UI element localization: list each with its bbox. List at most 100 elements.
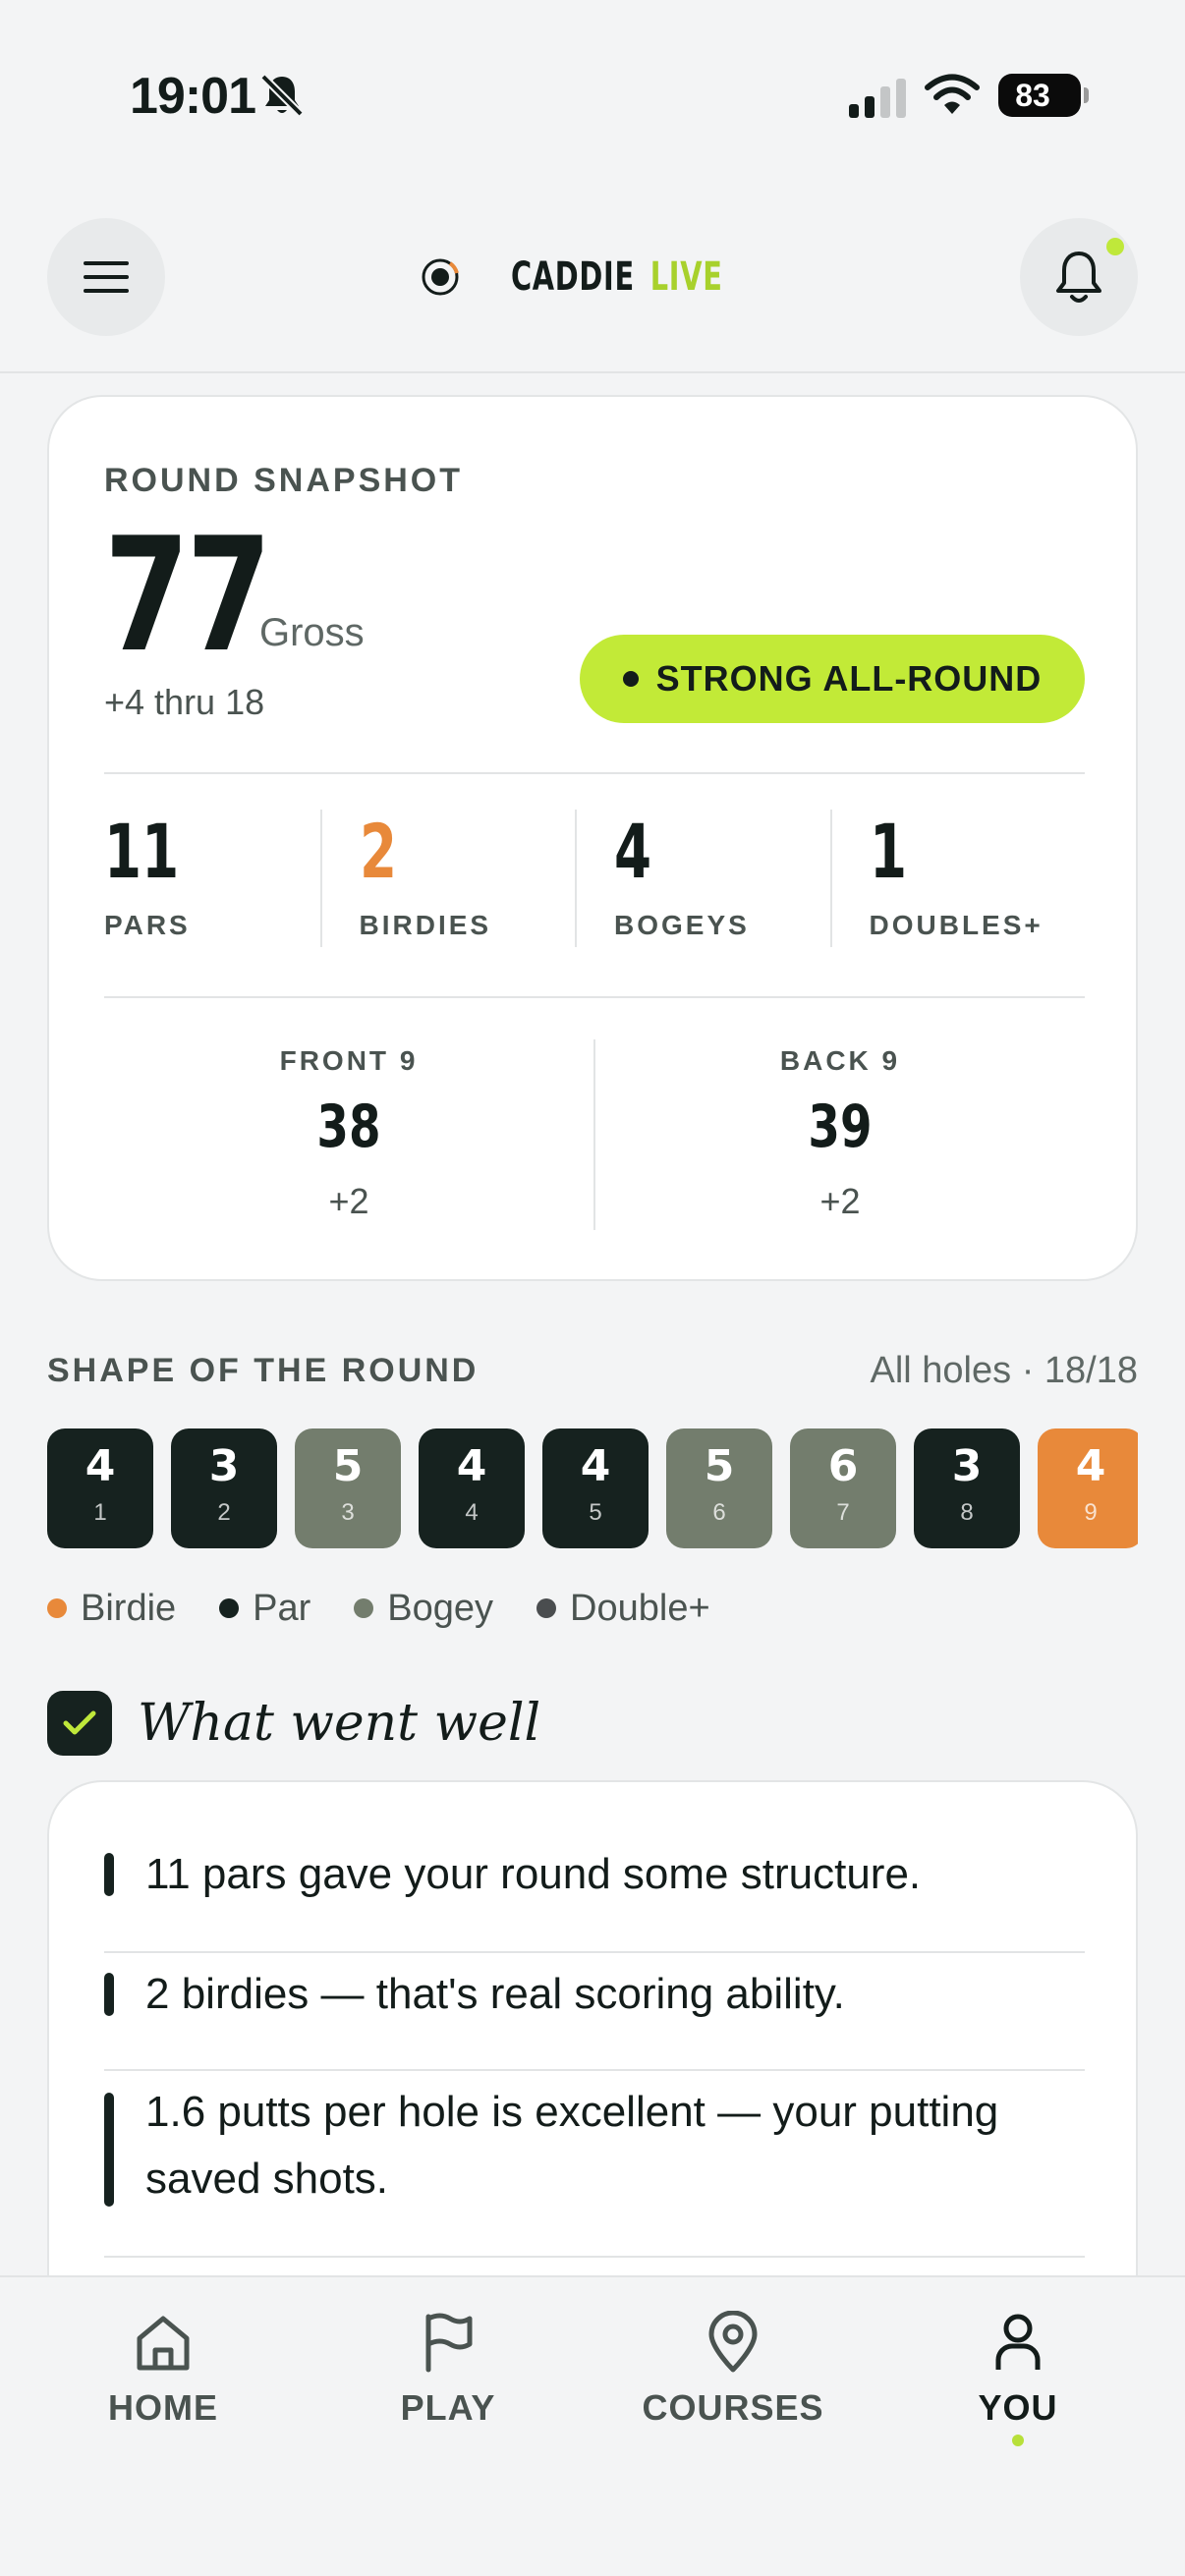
- app-logo: CADDIE LIVE: [0, 248, 1185, 307]
- wifi-icon: [925, 74, 980, 114]
- hole-number: 4: [465, 1499, 479, 1526]
- list-item: 1.6 putts per hole is excellent — your p…: [104, 2071, 1085, 2258]
- nav-play[interactable]: PLAY: [320, 2311, 576, 2468]
- score-to-par: +4 thru 18: [104, 682, 265, 722]
- stat-label: BIRDIES: [359, 910, 492, 940]
- badge-dot: [622, 671, 639, 687]
- stat-bogeys: 4 BOGEYS: [575, 810, 830, 947]
- nine-label: FRONT 9: [279, 1045, 419, 1076]
- hole-tile[interactable]: 32: [171, 1428, 277, 1548]
- hole-score: 6: [827, 1441, 859, 1491]
- hole-score: 4: [1075, 1441, 1106, 1491]
- divider: [104, 996, 1085, 998]
- app-screen: 19:01 83 CADDIE LIVE ROUND SNAPSHOT 77 G…: [0, 0, 1185, 2576]
- checkmark-icon: [47, 1691, 112, 1756]
- hole-tile[interactable]: 44: [419, 1428, 525, 1548]
- hole-number: 6: [712, 1499, 726, 1526]
- list-item-text: 1.6 putts per hole is excellent — your p…: [145, 2088, 999, 2203]
- active-tab-indicator: [1012, 2435, 1024, 2446]
- legend-bogey: Bogey: [354, 1588, 493, 1630]
- legend-swatch: [536, 1598, 557, 1618]
- nine-to-par: +2: [819, 1181, 861, 1221]
- nine-hole-splits: FRONT 9 38 +2 BACK 9 39 +2: [104, 1039, 1085, 1230]
- battery-icon: 83: [998, 74, 1089, 117]
- list-item: 2 birdies — that's real scoring ability.: [104, 1953, 1085, 2071]
- legend-swatch: [219, 1598, 240, 1618]
- nav-label: YOU: [978, 2387, 1058, 2428]
- hole-number: 8: [960, 1499, 974, 1526]
- legend-label: Bogey: [387, 1587, 494, 1629]
- hole-score-strip[interactable]: 413253444556673849: [47, 1428, 1138, 1548]
- round-snapshot-card: ROUND SNAPSHOT 77 Gross +4 thru 18 STRON…: [47, 395, 1138, 1281]
- divider: [104, 772, 1085, 774]
- logo-target-icon: [422, 258, 460, 296]
- score-legend: Birdie Par Bogey Double+: [47, 1584, 710, 1633]
- back-nine: BACK 9 39 +2: [593, 1039, 1085, 1230]
- legend-swatch: [354, 1598, 374, 1618]
- status-time: 19:01: [130, 68, 256, 125]
- gross-score: 77: [104, 503, 272, 687]
- hole-score: 3: [951, 1441, 983, 1491]
- logo-accent: LIVE: [649, 254, 723, 300]
- hole-tile[interactable]: 56: [666, 1428, 772, 1548]
- cellular-signal-icon: [849, 79, 906, 118]
- legend-swatch: [47, 1598, 67, 1618]
- gross-label: Gross: [259, 611, 365, 654]
- home-icon: [137, 2316, 190, 2371]
- hole-tile[interactable]: 41: [47, 1428, 153, 1548]
- legend-birdie: Birdie: [47, 1588, 176, 1630]
- hole-score: 4: [456, 1441, 487, 1491]
- nav-label: PLAY: [400, 2387, 496, 2428]
- hole-number: 3: [341, 1499, 355, 1526]
- legend-double: Double+: [536, 1588, 710, 1630]
- hole-tile[interactable]: 38: [914, 1428, 1020, 1548]
- nine-to-par: +2: [328, 1181, 369, 1221]
- nav-courses[interactable]: COURSES: [605, 2311, 861, 2468]
- snapshot-title: ROUND SNAPSHOT: [104, 462, 464, 499]
- battery-level: 83: [1015, 78, 1050, 113]
- legend-label: Par: [253, 1587, 311, 1629]
- badge-label: STRONG ALL-ROUND: [655, 658, 1043, 699]
- hole-score: 5: [332, 1441, 364, 1491]
- notification-indicator-dot: [1106, 238, 1124, 255]
- hole-score: 4: [85, 1441, 116, 1491]
- list-item-text: 11 pars gave your round some structure.: [145, 1850, 922, 1898]
- front-nine: FRONT 9 38 +2: [104, 1039, 593, 1230]
- legend-label: Birdie: [81, 1587, 177, 1629]
- went-well-header: What went well: [47, 1690, 540, 1757]
- list-bullet-bar: [104, 2093, 114, 2207]
- hole-number: 5: [589, 1499, 602, 1526]
- hole-tile[interactable]: 45: [542, 1428, 649, 1548]
- logo-primary: CADDIE: [511, 254, 636, 300]
- list-bullet-bar: [104, 1853, 114, 1896]
- hole-number: 7: [836, 1499, 850, 1526]
- hole-tile[interactable]: 49: [1038, 1428, 1138, 1548]
- holes-filter[interactable]: All holes · 18/18: [871, 1350, 1139, 1392]
- hole-number: 1: [93, 1499, 107, 1526]
- stat-value: 4: [614, 808, 652, 895]
- logo-text: CADDIE LIVE: [511, 254, 723, 300]
- hole-tile[interactable]: 53: [295, 1428, 401, 1548]
- score-breakdown: 11 PARS 2 BIRDIES 4 BOGEYS 1 DOUBLES+: [104, 810, 1085, 947]
- bell-icon: [1056, 252, 1101, 303]
- user-icon: [995, 2314, 1041, 2370]
- nav-home[interactable]: HOME: [35, 2311, 291, 2468]
- went-well-title: What went well: [138, 1694, 541, 1753]
- notifications-button[interactable]: [1020, 218, 1138, 336]
- stat-birdies: 2 BIRDIES: [319, 810, 576, 947]
- stat-doubles: 1 DOUBLES+: [829, 808, 1086, 947]
- nine-label: BACK 9: [779, 1045, 901, 1076]
- stat-label: BOGEYS: [614, 910, 750, 940]
- list-item-text: 2 birdies — that's real scoring ability.: [145, 1970, 845, 2018]
- nine-score: 39: [808, 1092, 873, 1161]
- stat-value: 1: [869, 808, 907, 895]
- hole-number: 9: [1084, 1499, 1098, 1526]
- stat-value: 11: [104, 808, 180, 895]
- legend-par: Par: [219, 1588, 310, 1630]
- round-rating-badge: STRONG ALL-ROUND: [580, 635, 1085, 723]
- nav-label: HOME: [108, 2387, 218, 2428]
- list-bullet-bar: [104, 1973, 114, 2016]
- list-item: 11 pars gave your round some structure.: [104, 1835, 1085, 1953]
- nav-label: COURSES: [642, 2387, 824, 2428]
- hole-tile[interactable]: 67: [790, 1428, 896, 1548]
